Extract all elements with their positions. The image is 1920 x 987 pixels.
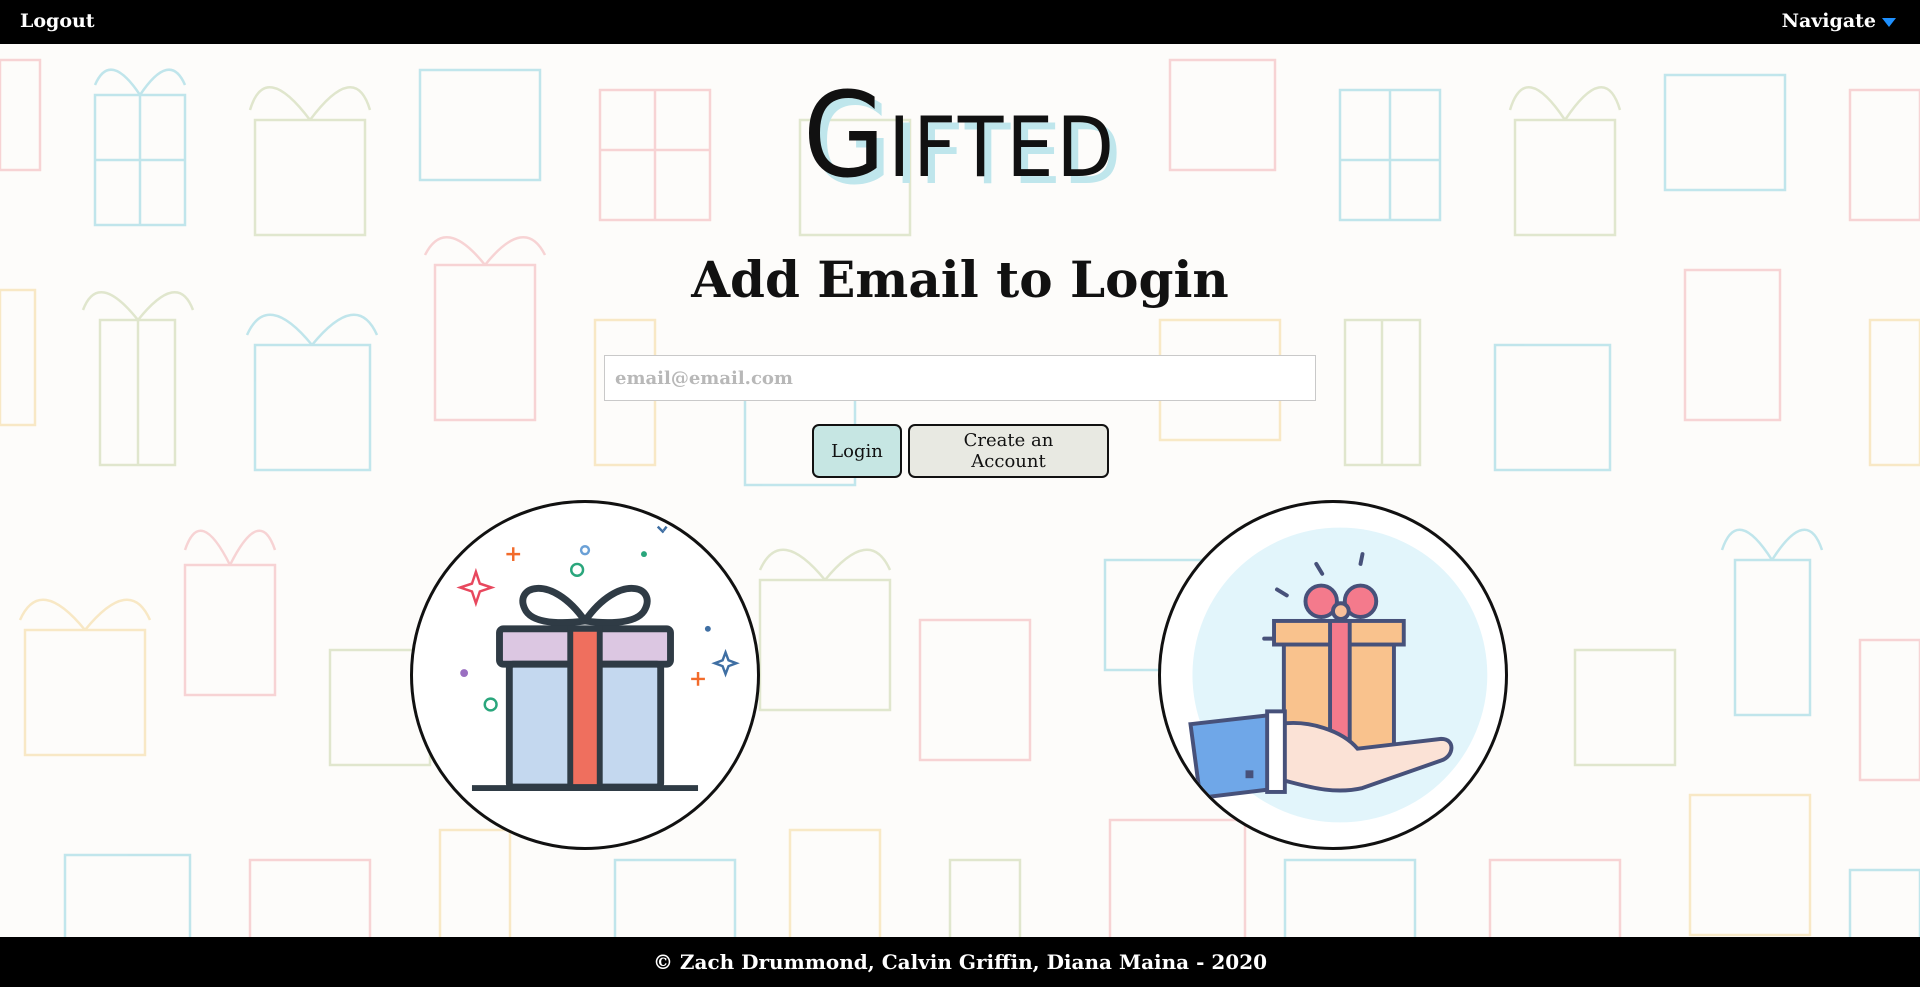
chevron-down-icon (1882, 17, 1896, 27)
hand-giving-gift-icon (1188, 527, 1488, 823)
copyright-text: © Zach Drummond, Calvin Griffin, Diana M… (652, 950, 1268, 974)
top-navbar: Logout Navigate (0, 0, 1920, 44)
gift-giving-illustration (1158, 500, 1508, 850)
logout-link[interactable]: Logout (20, 10, 95, 32)
login-button[interactable]: Login (812, 424, 902, 478)
footer: © Zach Drummond, Calvin Griffin, Diana M… (0, 937, 1920, 987)
login-heading: Add Email to Login (691, 250, 1229, 309)
email-input[interactable] (604, 355, 1316, 401)
navigate-dropdown[interactable]: Navigate (1782, 10, 1896, 32)
gift-box-illustration (410, 500, 760, 850)
create-account-button[interactable]: Create an Account (908, 424, 1109, 478)
gift-box-icon (456, 525, 740, 791)
navigate-label: Navigate (1781, 10, 1876, 32)
site-logo: Gifted (802, 66, 1118, 204)
